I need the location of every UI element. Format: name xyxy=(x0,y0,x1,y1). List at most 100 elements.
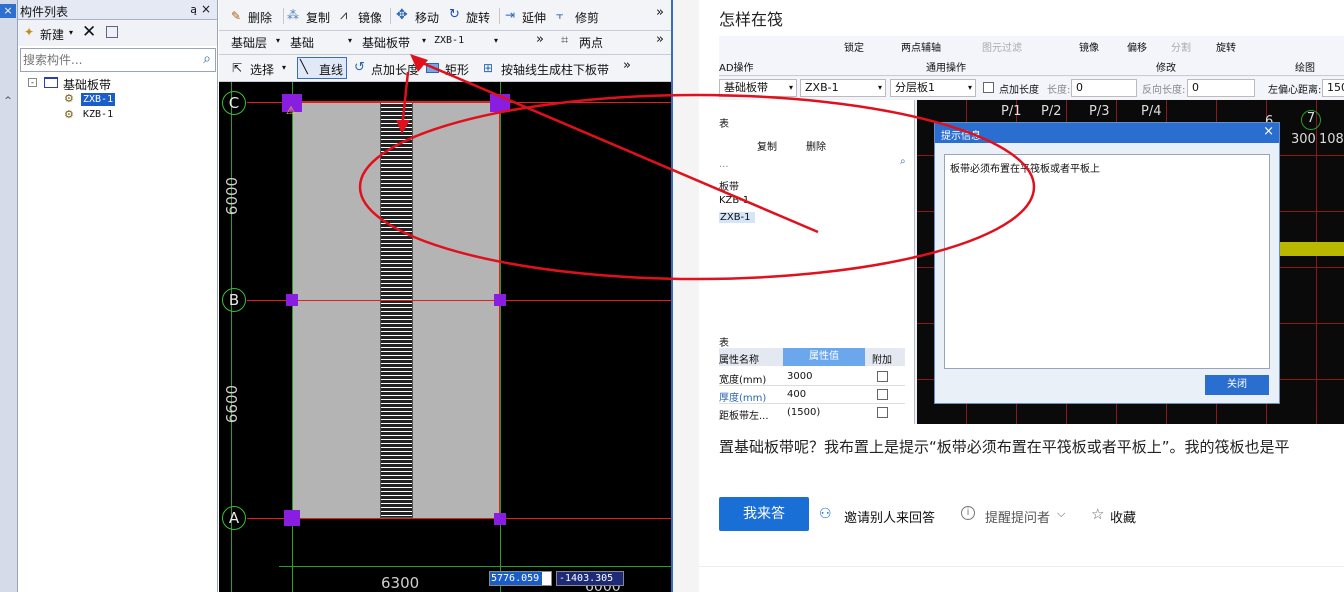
rect-icon[interactable] xyxy=(426,63,439,73)
slab-strip[interactable] xyxy=(380,102,413,518)
toolbar-more-icon[interactable]: » xyxy=(536,32,544,47)
chevron-down-icon[interactable]: ⌵ xyxy=(1057,507,1065,521)
copy-icon[interactable]: ⁂ xyxy=(287,8,299,22)
info-icon: i xyxy=(961,506,975,520)
axis-line-b xyxy=(247,300,671,301)
inner-type-select: 基础板带 ▾ xyxy=(719,79,797,97)
inner-cad-label: 7 xyxy=(1301,110,1321,130)
inner-props-checkbox xyxy=(877,407,888,418)
grip-handle[interactable] xyxy=(494,513,506,525)
delete-icon[interactable]: ✕ xyxy=(82,22,96,42)
select-dropdown-icon[interactable]: ▾ xyxy=(282,63,286,72)
two-point-icon[interactable]: ⌗ xyxy=(561,33,568,48)
new-icon[interactable]: ✦ xyxy=(24,25,34,39)
move-icon[interactable]: ✥ xyxy=(396,7,408,23)
inner-cad-label: P/1 xyxy=(1001,104,1022,119)
category-dropdown-icon[interactable]: ▾ xyxy=(348,36,352,45)
axis-generate-icon[interactable]: ⊞ xyxy=(483,61,493,75)
axis-line-a xyxy=(247,518,671,519)
inner-props-checkbox xyxy=(877,389,888,400)
inner-search-icon: ⌕ xyxy=(900,156,906,167)
extend-icon[interactable]: ⇥ xyxy=(505,8,515,22)
grip-handle[interactable] xyxy=(284,510,300,526)
scroll-up-icon[interactable]: ^ xyxy=(2,96,14,108)
move-button[interactable]: 移动 xyxy=(415,9,439,26)
inner-offset-field: 150 xyxy=(1322,79,1344,97)
copy-icon[interactable] xyxy=(106,26,118,38)
tree-item[interactable]: ⚙ KZB-1 xyxy=(18,108,216,124)
inner-props-checkbox xyxy=(877,371,888,382)
component-select[interactable]: ZXB-1 xyxy=(434,35,464,46)
remind-link[interactable]: 提醒提问者 xyxy=(985,507,1050,526)
inner-props-name: 厚度(mm) xyxy=(719,393,767,404)
dim-label-6600: 6600 xyxy=(223,384,242,424)
pin-icon[interactable]: ą xyxy=(190,3,197,16)
toolbar-more-icon[interactable]: » xyxy=(656,32,664,47)
inner-split-button: 分割 xyxy=(1171,43,1191,54)
person-icon: ⚇ xyxy=(819,506,832,522)
type-select[interactable]: 基础板带 xyxy=(362,34,410,51)
inner-mirror-button: 镜像 xyxy=(1079,43,1099,54)
inner-delete-button: 删除 xyxy=(806,142,826,153)
floor-select[interactable]: 基础层 xyxy=(231,34,267,51)
grip-handle[interactable] xyxy=(490,94,510,112)
toolbar-more-icon[interactable]: » xyxy=(656,5,664,20)
mirror-button[interactable]: 镜像 xyxy=(358,9,382,26)
inner-props-name: 宽度(mm) xyxy=(719,375,767,386)
extend-button[interactable]: 延伸 xyxy=(522,9,546,26)
coord-x-input[interactable]: 5776.059 xyxy=(489,571,552,586)
grip-handle[interactable] xyxy=(286,294,298,306)
delete-button[interactable]: 删除 xyxy=(248,9,272,26)
select-button[interactable]: 选择 xyxy=(250,61,274,78)
coord-y-input[interactable]: -1403.305 xyxy=(556,571,624,586)
inner-aux-axis-button: 两点辅轴 xyxy=(901,43,941,54)
component-dropdown-icon[interactable]: ▾ xyxy=(494,36,498,45)
left-strip: × ^ xyxy=(0,0,18,592)
tree-item[interactable]: ⚙ ZXB-1 xyxy=(18,92,216,108)
copy-button[interactable]: 复制 xyxy=(306,9,330,26)
inner-reverse-label: 反向长度: xyxy=(1142,85,1186,96)
mirror-icon[interactable]: ⩘ xyxy=(340,8,347,23)
type-dropdown-icon[interactable]: ▾ xyxy=(422,36,426,45)
rotate-icon[interactable]: ↻ xyxy=(449,7,460,22)
tree-root[interactable]: - 基础板带 xyxy=(18,74,216,92)
rect-button[interactable]: 矩形 xyxy=(445,61,469,78)
inner-lock-button: 锁定 xyxy=(844,43,864,54)
inner-props-header-value: 属性值 xyxy=(783,348,865,366)
rotate-button[interactable]: 旋转 xyxy=(466,9,490,26)
cursor-icon[interactable]: ⇱ xyxy=(232,61,242,75)
search-icon[interactable]: ⌕ xyxy=(203,51,211,67)
tree-item-label: KZB-1 xyxy=(83,109,114,120)
inner-offset-button: 偏移 xyxy=(1127,43,1147,54)
toolbar-more-icon[interactable]: » xyxy=(623,58,631,73)
trim-icon[interactable]: ⫟ xyxy=(556,8,563,23)
grip-handle[interactable] xyxy=(494,294,506,306)
search-box: ⌕ xyxy=(20,48,216,72)
dialog-message-box: 板带必须布置在平筏板或者平板上 xyxy=(944,154,1270,369)
collapse-icon[interactable]: - xyxy=(28,78,37,87)
panel-header: 构件列表 ą × xyxy=(18,0,217,20)
inner-length-label: 长度: xyxy=(1047,85,1071,96)
invite-link[interactable]: 邀请别人来回答 xyxy=(844,507,935,526)
inner-props-value: (1500) xyxy=(787,407,821,418)
inner-props-header: 属性名称 属性值 附加 xyxy=(719,348,905,366)
star-icon[interactable]: ☆ xyxy=(1091,505,1104,523)
axis-generate-button[interactable]: 按轴线生成柱下板带 xyxy=(501,61,609,78)
answer-button[interactable]: 我来答 xyxy=(719,497,809,531)
search-input[interactable] xyxy=(23,50,191,70)
point-length-button[interactable]: 点加长度 xyxy=(371,61,419,78)
point-length-icon[interactable]: ↺ xyxy=(354,60,365,75)
two-point-button[interactable]: 两点 xyxy=(579,34,603,51)
close-icon[interactable]: × xyxy=(201,2,211,16)
category-select[interactable]: 基础 xyxy=(290,34,314,51)
collect-link[interactable]: 收藏 xyxy=(1110,507,1136,526)
line-button-frame[interactable]: ╲ 直线 xyxy=(297,57,347,79)
new-dropdown-icon[interactable]: ▾ xyxy=(69,28,73,37)
toolbar-selectors: 基础层 ▾ 基础 ▾ 基础板带 ▾ ZXB-1 ▾ » ⌗ 两点 » xyxy=(219,31,672,55)
trim-button[interactable]: 修剪 xyxy=(575,9,599,26)
new-button[interactable]: 新建 xyxy=(40,26,64,43)
cad-canvas[interactable]: C B A 6000 6600 6300 6000 ⚠ 5776.059 -14… xyxy=(219,82,671,592)
eraser-icon[interactable]: ✎ xyxy=(231,9,241,23)
floor-dropdown-icon[interactable]: ▾ xyxy=(276,36,280,45)
panel-close-icon[interactable]: × xyxy=(0,4,16,18)
